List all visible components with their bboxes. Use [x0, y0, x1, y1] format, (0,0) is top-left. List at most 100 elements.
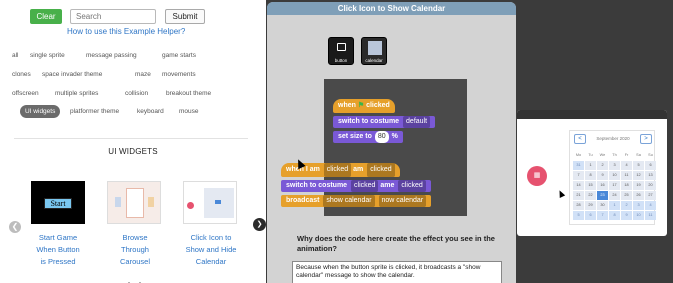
clear-button[interactable]: Clear	[30, 9, 62, 24]
calendar-day[interactable]: 5	[573, 211, 584, 220]
tag-message-passing[interactable]: message passing	[86, 52, 137, 59]
calendar-day[interactable]: 20	[645, 181, 656, 190]
caption-browse-carousel[interactable]: Browse Through Carousel	[102, 232, 168, 268]
sprite-button[interactable]: button	[328, 37, 354, 65]
calendar-day[interactable]: 24	[609, 191, 620, 200]
calendar-day[interactable]: 4	[621, 161, 632, 170]
carousel-thumb-browse-carousel[interactable]	[107, 181, 161, 224]
sprite-calendar[interactable]: calendar	[361, 37, 387, 65]
calendar-day[interactable]: 1	[585, 161, 596, 170]
tag-collision[interactable]: collision	[125, 90, 148, 97]
calendar-day[interactable]: 26	[633, 191, 644, 200]
calendar-day[interactable]: 7	[597, 211, 608, 220]
tag-platformer-theme[interactable]: platformer theme	[70, 108, 119, 115]
calendar-day[interactable]: 19	[633, 181, 644, 190]
tag-space-invader-theme[interactable]: space invader theme	[42, 71, 102, 78]
tag-game-starts[interactable]: game starts	[162, 52, 196, 59]
calendar-day[interactable]: 1	[609, 201, 620, 210]
example-helper-panel: Clear Submit How to use this Example Hel…	[0, 0, 266, 283]
switch-costume-block-2[interactable]: switch to costume clicked ame clicked	[281, 180, 431, 192]
calendar-day[interactable]: 10	[633, 211, 644, 220]
carousel-dots	[128, 271, 150, 283]
calendar-day[interactable]: 4	[645, 201, 656, 210]
broadcast-block[interactable]: broadcast show calendar now calendar	[281, 195, 432, 207]
calendar-day[interactable]: 16	[597, 181, 608, 190]
costume-dropdown-2[interactable]: clicked	[351, 180, 379, 192]
calendar-day[interactable]: 3	[633, 201, 644, 210]
calendar-day[interactable]: 21	[573, 191, 584, 200]
switch-costume-block[interactable]: switch to costume default	[333, 116, 436, 128]
calendar-day[interactable]: 10	[609, 171, 620, 180]
calendar-day[interactable]: 13	[645, 171, 656, 180]
carousel-thumb-calendar[interactable]	[183, 181, 237, 224]
when-dropdown[interactable]: clicked	[323, 163, 352, 177]
size-input[interactable]: 80	[374, 131, 389, 143]
calendar-day[interactable]: 22	[585, 191, 596, 200]
calendar-prev-button[interactable]: <	[574, 134, 586, 144]
calendar-day-head: Th	[612, 153, 617, 157]
calendar-day[interactable]: 25	[621, 191, 632, 200]
when-dropdown-2[interactable]: clicked	[367, 163, 395, 177]
calendar-day[interactable]: 2	[597, 161, 608, 170]
tag-breakout-theme[interactable]: breakout theme	[166, 90, 211, 97]
tag-single-sprite[interactable]: single sprite	[30, 52, 65, 59]
calendar-day[interactable]: 8	[585, 171, 596, 180]
calendar-day[interactable]: 11	[621, 171, 632, 180]
broadcast-dropdown-2[interactable]: now calendar	[378, 195, 427, 207]
cursor-icon	[556, 189, 566, 198]
submit-button[interactable]: Submit	[165, 9, 205, 24]
helper-link[interactable]: How to use this Example Helper?	[67, 27, 185, 36]
calendar-day[interactable]: 11	[645, 211, 656, 220]
tag-ui-widgets[interactable]: UI widgets	[20, 105, 61, 118]
answer-textarea[interactable]: Because when the button sprite is clicke…	[292, 261, 502, 283]
calendar-day[interactable]: 2	[621, 201, 632, 210]
costume-dropdown-3[interactable]: clicked	[398, 180, 426, 192]
search-input[interactable]	[70, 9, 156, 24]
calendar-next-button[interactable]: >	[640, 134, 652, 144]
costume-dropdown[interactable]: default	[403, 116, 431, 128]
calendar-day[interactable]: 9	[597, 171, 608, 180]
tag-keyboard[interactable]: keyboard	[137, 108, 164, 115]
calendar-day[interactable]: 7	[573, 171, 584, 180]
calendar-day[interactable]: 23	[597, 191, 608, 200]
calendar-day[interactable]: 30	[597, 201, 608, 210]
calendar-day[interactable]: 9	[621, 211, 632, 220]
calendar-day[interactable]: 31	[573, 161, 584, 170]
calendar-day[interactable]: 8	[609, 211, 620, 220]
caption-start-game[interactable]: Start Game When Button is Pressed	[25, 232, 91, 268]
calendar-day[interactable]: 5	[633, 161, 644, 170]
calendar-day[interactable]: 18	[621, 181, 632, 190]
section-title: UI WIDGETS	[108, 147, 158, 156]
stage-preview: ▦ < September 2020 > Mo Tu We Th Fr Sa Su 31 1 2 3…	[517, 110, 667, 236]
calendar-day-head: We	[599, 153, 606, 157]
green-flag-icon: ⚑	[357, 102, 365, 109]
calendar-day[interactable]: 14	[573, 181, 584, 190]
carousel-thumb-start-game[interactable]: Start	[31, 181, 85, 224]
tag-all[interactable]: all	[12, 52, 19, 59]
calendar-day[interactable]: 12	[633, 171, 644, 180]
tag-mouse[interactable]: mouse	[179, 108, 199, 115]
calendar-day[interactable]: 17	[609, 181, 620, 190]
tag-offscreen[interactable]: offscreen	[12, 90, 39, 97]
tag-multiple-sprites[interactable]: multiple sprites	[55, 90, 98, 97]
sprite-calendar-label: calendar	[365, 58, 383, 63]
tag-clones[interactable]: clones	[12, 71, 31, 78]
calendar-day[interactable]: 27	[645, 191, 656, 200]
tag-maze[interactable]: maze	[135, 71, 151, 78]
calendar-icon-button[interactable]: ▦	[527, 166, 547, 186]
calendar-day[interactable]: 15	[585, 181, 596, 190]
calendar-day[interactable]: 6	[585, 211, 596, 220]
calendar-day[interactable]: 29	[585, 201, 596, 210]
chevron-right-icon[interactable]: ❯	[253, 218, 266, 231]
calendar-day[interactable]: 28	[573, 201, 584, 210]
calendar-day-head: Tu	[588, 153, 593, 157]
calendar-day[interactable]: 6	[645, 161, 656, 170]
chevron-left-icon[interactable]: ❮	[9, 221, 21, 233]
tag-movements[interactable]: movements	[162, 71, 196, 78]
calendar-day[interactable]: 3	[609, 161, 620, 170]
broadcast-dropdown[interactable]: show calendar	[323, 195, 375, 207]
calendar-month: September 2020	[596, 136, 630, 141]
set-size-block[interactable]: set size to 80 %	[333, 131, 403, 143]
when-flag-clicked-block[interactable]: when ⚑ clicked	[333, 99, 395, 113]
caption-calendar[interactable]: Click Icon to Show and Hide Calendar	[178, 232, 244, 268]
